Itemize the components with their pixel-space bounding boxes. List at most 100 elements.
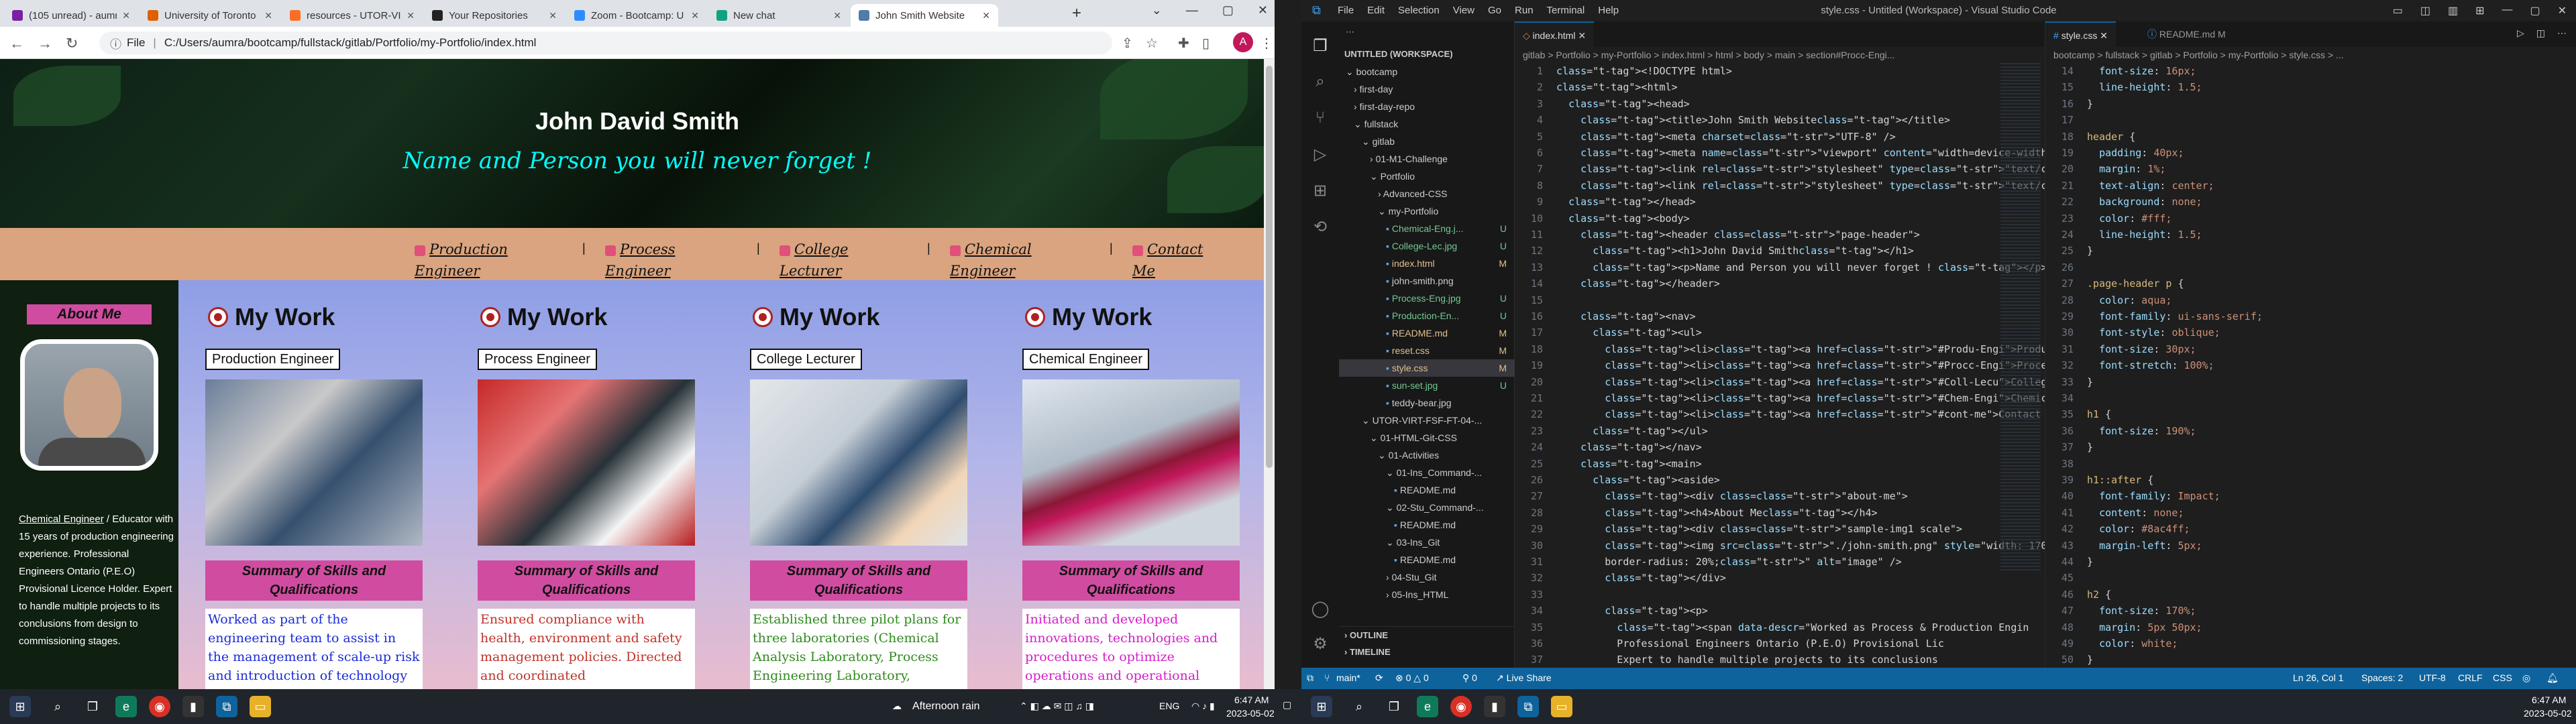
split-editor-icon[interactable]: ◫	[2536, 27, 2545, 39]
explorer-row[interactable]: ▪ john-smith.png	[1339, 272, 1515, 290]
explorer-icon[interactable]: ❐	[1309, 35, 1331, 56]
edge-app-icon[interactable]: e	[1417, 696, 1438, 717]
ports-indicator[interactable]: ⚲ 0	[1462, 672, 1477, 684]
broadcast-icon[interactable]: ◎	[2522, 672, 2530, 684]
browser-tab[interactable]: John Smith Website ✕	[851, 4, 998, 27]
search-icon[interactable]: ⌕	[1348, 696, 1370, 717]
clock-date[interactable]: 2023-05-02	[1226, 708, 1275, 719]
breadcrumb[interactable]: bootcamp > fullstack > gitlab > Portfoli…	[2053, 50, 2344, 60]
address-bar[interactable]: ⓘ File | C:/Users/aumra/bootcamp/fullsta…	[99, 32, 1112, 54]
search-icon[interactable]: ⌕	[1309, 71, 1331, 93]
explorer-row[interactable]: ▪ README.md	[1339, 551, 1515, 568]
notification-icon[interactable]: ▢	[1283, 699, 1291, 711]
remote-indicator-icon[interactable]: ⧉	[1307, 672, 1313, 684]
explorer-row[interactable]: ⌄ 01-HTML-Git-CSS	[1339, 429, 1515, 446]
explorer-row[interactable]: ⌄ fullstack	[1339, 115, 1515, 133]
info-icon[interactable]: ⓘ	[110, 35, 121, 52]
explorer-row[interactable]: ▪ Process-Eng.jpg U	[1339, 290, 1515, 307]
edge-app-icon[interactable]: e	[115, 696, 137, 717]
nav-link-production[interactable]: Production Engineer	[415, 239, 508, 282]
nav-link-process[interactable]: Process Engineer	[605, 239, 676, 282]
close-icon[interactable]: ✕	[264, 10, 272, 21]
indentation[interactable]: Spaces: 2	[2361, 672, 2403, 683]
reload-icon[interactable]: ↻	[66, 35, 78, 52]
explorer-row[interactable]: ⌄ my-Portfolio	[1339, 202, 1515, 220]
minimap[interactable]	[2000, 63, 2041, 572]
new-tab-button[interactable]: +	[1072, 4, 1081, 23]
layout-icon[interactable]: ⊞	[2475, 4, 2484, 17]
forward-icon[interactable]: →	[38, 35, 52, 52]
close-icon[interactable]: ✕	[2558, 4, 2567, 17]
chrome-app-icon[interactable]: ◉	[1450, 696, 1472, 717]
page-scrollbar[interactable]	[1264, 59, 1275, 689]
terminal-app-icon[interactable]: ▮	[182, 696, 204, 717]
minimize-icon[interactable]: —	[1186, 3, 1198, 17]
encoding[interactable]: UTF-8	[2419, 672, 2446, 683]
layout-icon[interactable]: ▥	[2448, 4, 2458, 17]
explorer-row[interactable]: ▪ README.md	[1339, 516, 1515, 534]
back-icon[interactable]: ←	[9, 35, 24, 52]
chrome-app-icon[interactable]: ◉	[149, 696, 170, 717]
close-icon[interactable]: ✕	[691, 10, 699, 21]
extensions-icon[interactable]: ✚	[1178, 35, 1189, 52]
browser-tab[interactable]: University of Toronto ✕	[140, 4, 280, 27]
explorer-row[interactable]: ⌄ UTOR-VIRT-FSF-FT-04-...	[1339, 412, 1515, 429]
clock-date[interactable]: 2023-05-02	[2524, 708, 2572, 719]
more-icon[interactable]: ⋯	[2557, 27, 2567, 39]
explorer-row[interactable]: ▪ College-Lec.jpg U	[1339, 237, 1515, 255]
close-icon[interactable]: ✕	[833, 10, 841, 21]
task-view-icon[interactable]: ❐	[1383, 696, 1405, 717]
explorer-row[interactable]: ▪ index.html M	[1339, 255, 1515, 272]
nav-link-contact[interactable]: Contact Me	[1132, 239, 1203, 282]
workspace-header[interactable]: UNTITLED (WORKSPACE)	[1339, 46, 1515, 63]
close-icon[interactable]: ✕	[982, 10, 990, 21]
live-share-button[interactable]: ↗ Live Share	[1496, 672, 1552, 684]
explorer-row[interactable]: ⌄ 03-Ins_Git	[1339, 534, 1515, 551]
about-me-link[interactable]: Chemical Engineer	[19, 514, 104, 525]
branch-name[interactable]: main*	[1336, 672, 1360, 683]
explorer-row[interactable]: › Advanced-CSS	[1339, 185, 1515, 202]
run-icon[interactable]: ▷	[2517, 27, 2524, 39]
outline-section[interactable]: › OUTLINE	[1339, 626, 1515, 644]
close-icon[interactable]: ✕	[2100, 30, 2108, 41]
explorer-row[interactable]: ⌄ gitlab	[1339, 133, 1515, 150]
remote-icon[interactable]: ⟲	[1309, 216, 1331, 237]
nav-link-college[interactable]: College Lecturer	[780, 239, 848, 282]
timeline-section[interactable]: › TIMELINE	[1339, 644, 1515, 661]
sync-icon[interactable]: ⟳	[1375, 672, 1383, 684]
explorer-row[interactable]: ▪ Chemical-Eng.j... U	[1339, 220, 1515, 237]
tab-style-css[interactable]: # style.css ✕	[2045, 21, 2116, 47]
problems-indicator[interactable]: ⊗ 0 △ 0	[1395, 672, 1429, 684]
tab-readme[interactable]: ⓘ README.md M	[2139, 21, 2234, 47]
account-icon[interactable]: ◯	[1309, 598, 1331, 619]
extensions-icon[interactable]: ⊞	[1309, 180, 1331, 201]
source-control-icon[interactable]: ⑂	[1309, 107, 1331, 129]
browser-tab[interactable]: resources - UTOR-VIR ✕	[282, 4, 423, 27]
explorer-row[interactable]: ▪ teddy-bear.jpg	[1339, 394, 1515, 412]
profile-avatar[interactable]: A	[1233, 32, 1253, 52]
explorer-row[interactable]: ⌄ bootcamp	[1339, 63, 1515, 80]
maximize-icon[interactable]: ▢	[1222, 3, 1234, 17]
explorer-row[interactable]: ⌄ Portfolio	[1339, 168, 1515, 185]
weather-text[interactable]: Afternoon rain	[912, 701, 980, 713]
cursor-position[interactable]: Ln 26, Col 1	[2293, 672, 2344, 683]
explorer-row[interactable]: ▪ README.md M	[1339, 324, 1515, 342]
explorer-row[interactable]: › 05-Ins_HTML	[1339, 586, 1515, 603]
explorer-row[interactable]: ▪ sun-set.jpg U	[1339, 377, 1515, 394]
close-icon[interactable]: ✕	[122, 10, 130, 21]
explorer-row[interactable]: › 01-M1-Challenge	[1339, 150, 1515, 168]
bell-icon[interactable]: 🔔︎	[2546, 672, 2559, 684]
task-view-icon[interactable]: ❐	[82, 696, 103, 717]
explorer-row[interactable]: › first-day-repo	[1339, 98, 1515, 115]
explorer-row[interactable]: ⌄ 01-Activities	[1339, 446, 1515, 464]
close-icon[interactable]: ✕	[1578, 30, 1586, 41]
close-icon[interactable]: ✕	[407, 10, 415, 21]
minimize-icon[interactable]: —	[2502, 4, 2512, 17]
clock-time[interactable]: 6:47 AM	[2532, 695, 2566, 705]
explorer-row[interactable]: › 04-Stu_Git	[1339, 568, 1515, 586]
side-panel-icon[interactable]: ▯	[1202, 35, 1210, 52]
windows-start-icon[interactable]: ⊞	[1311, 696, 1332, 717]
chevron-down-icon[interactable]: ⌄	[1152, 3, 1162, 17]
explorer-row[interactable]: ⌄ 02-Stu_Command-...	[1339, 499, 1515, 516]
explorer-row[interactable]: ▪ reset.css M	[1339, 342, 1515, 359]
